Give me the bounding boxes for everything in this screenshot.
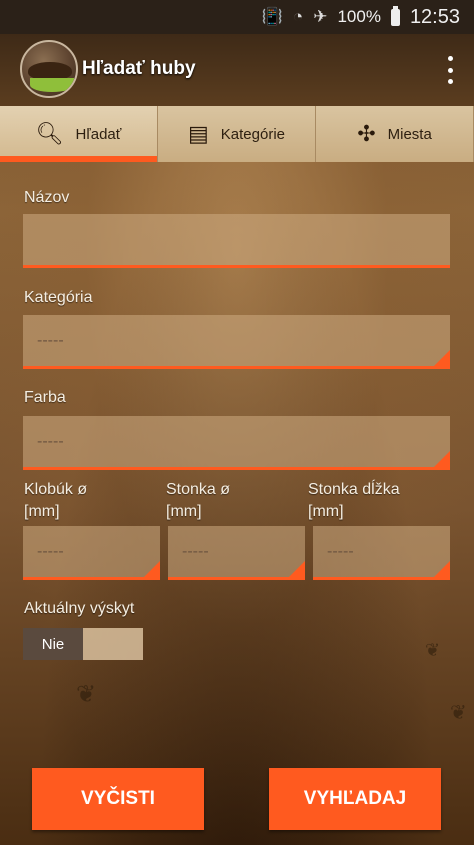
search-icon: 🔍︎ <box>35 121 64 146</box>
tab-label: Hľadať <box>75 125 122 143</box>
battery-percent: 100% <box>337 7 381 26</box>
color-select[interactable]: ----- <box>23 416 450 470</box>
stem-length-select[interactable]: ----- <box>313 526 450 580</box>
current-occurrence-label: Aktuálny výskyt <box>24 600 135 617</box>
airplane-mode-icon: ✈ <box>313 7 328 26</box>
wifi-icon: ◔ <box>292 7 304 26</box>
toggle-knob: Nie <box>23 628 83 660</box>
name-field[interactable] <box>23 213 450 268</box>
current-occurrence-toggle[interactable]: Nie <box>23 628 143 660</box>
stem-diameter-label: Stonka ø [mm] <box>166 481 231 520</box>
overflow-menu-icon[interactable] <box>446 56 454 84</box>
status-bar: 📳 ◔ ✈ 100% 12:53 <box>0 0 474 34</box>
stem-diameter-value: ----- <box>182 542 209 560</box>
butterfly-decoration-icon: ❦ <box>425 640 441 660</box>
search-button[interactable]: VYHĽADAJ <box>269 768 441 830</box>
stem-length-value: ----- <box>327 542 354 560</box>
category-value: ----- <box>37 331 64 349</box>
clear-button[interactable]: VYČISTI <box>32 768 204 830</box>
stem-diameter-select[interactable]: ----- <box>168 526 305 580</box>
cap-diameter-label: Klobúk ø [mm] <box>24 481 88 520</box>
butterfly-decoration-icon: ❦ <box>76 681 97 708</box>
tab-bar: 🔍︎ Hľadať ▤ Kategórie ✣ Miesta <box>0 106 474 162</box>
name-label: Názov <box>24 189 70 206</box>
tab-label: Kategórie <box>220 125 285 143</box>
notebook-icon: ▤ <box>187 121 209 146</box>
butterfly-decoration-icon: ❦ <box>450 702 467 724</box>
cap-diameter-select[interactable]: ----- <box>23 526 160 580</box>
mushroom-logo <box>20 40 78 98</box>
vibrate-icon: 📳 <box>261 7 283 26</box>
tab-search[interactable]: 🔍︎ Hľadať <box>0 106 158 162</box>
cap-diameter-value: ----- <box>37 542 64 560</box>
app-bar: Hľadať huby <box>0 34 474 106</box>
tab-categories[interactable]: ▤ Kategórie <box>158 106 316 162</box>
battery-icon <box>390 5 400 26</box>
tab-places[interactable]: ✣ Miesta <box>316 106 474 162</box>
color-value: ----- <box>37 432 64 450</box>
tab-label: Miesta <box>387 125 432 143</box>
color-label: Farba <box>24 389 66 406</box>
stem-length-label: Stonka dĺžka [mm] <box>308 481 400 520</box>
category-label: Kategória <box>24 289 93 306</box>
category-select[interactable]: ----- <box>23 315 450 369</box>
name-input[interactable] <box>37 213 450 266</box>
app-title: Hľadať huby <box>82 58 196 79</box>
clock: 12:53 <box>409 5 460 28</box>
map-compass-icon: ✣ <box>357 121 376 146</box>
